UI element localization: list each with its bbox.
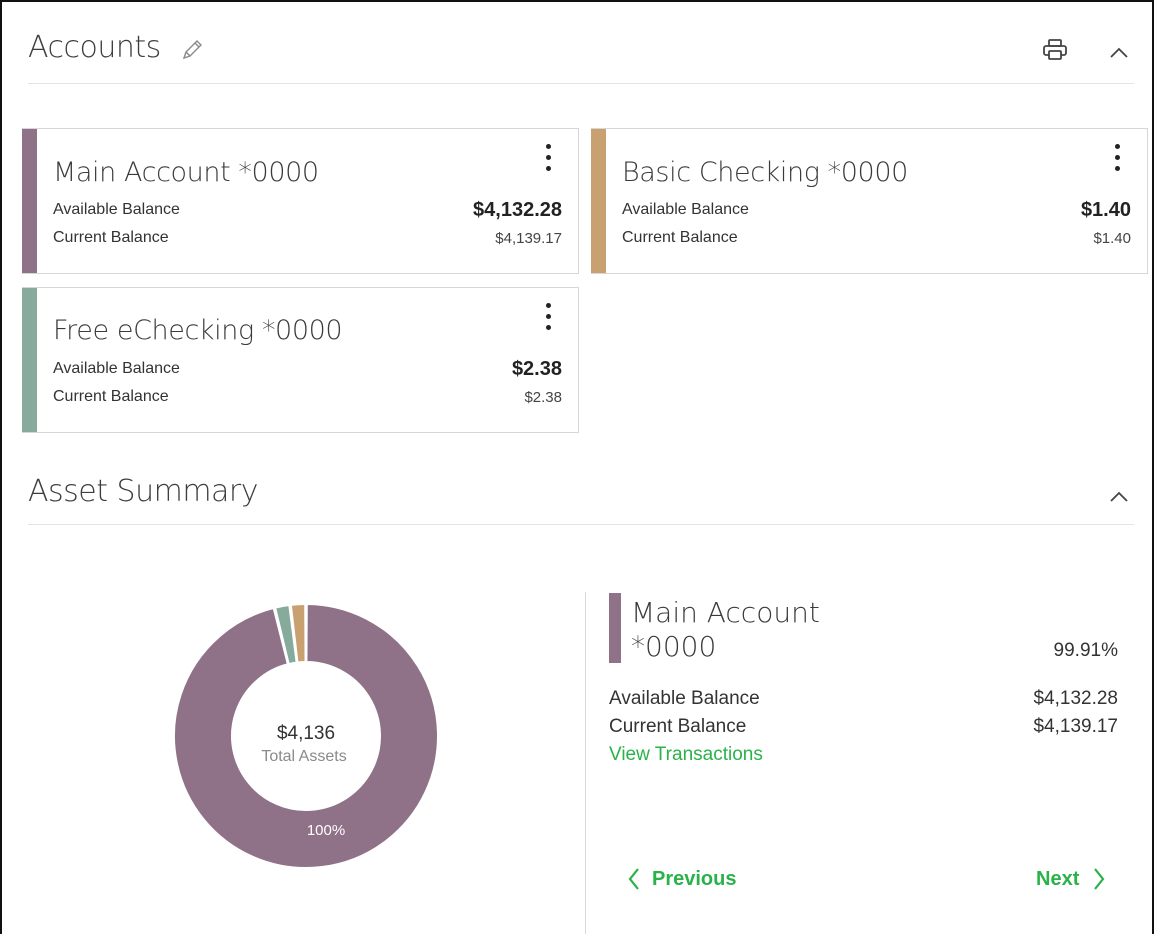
available-balance-label: Available Balance [622, 201, 749, 218]
current-balance-value: $4,139.17 [495, 230, 562, 247]
asset-donut-chart: $4,136 Total Assets 100% [173, 602, 439, 869]
detail-current-label: Current Balance [609, 716, 747, 737]
account-color-stripe [22, 288, 37, 432]
next-button[interactable]: Next [1036, 866, 1107, 892]
account-name[interactable]: Free eChecking *0000 [53, 315, 343, 346]
available-balance-label: Available Balance [53, 360, 180, 377]
previous-button[interactable]: Previous [626, 866, 736, 892]
next-label: Next [1036, 867, 1080, 890]
asset-summary-header: Asset Summary [28, 462, 1134, 525]
kebab-menu-icon[interactable] [542, 303, 554, 337]
account-color-stripe [22, 129, 37, 273]
previous-label: Previous [652, 867, 737, 890]
current-balance-value: $2.38 [524, 389, 562, 406]
account-name[interactable]: Basic Checking *0000 [622, 157, 908, 188]
chevron-left-icon [628, 868, 639, 890]
account-name[interactable]: Main Account *0000 [53, 157, 319, 188]
available-balance-label: Available Balance [53, 201, 180, 218]
chevron-right-icon [1094, 868, 1105, 890]
donut-slice-percent-label: 100% [307, 822, 345, 839]
total-assets-value: $4,136 [277, 723, 335, 744]
accounts-title: Accounts [28, 30, 161, 65]
detail-color-bar [609, 593, 621, 663]
current-balance-label: Current Balance [622, 229, 738, 246]
account-card-free-echecking[interactable]: Free eChecking *0000 Available Balance $… [22, 287, 579, 433]
detail-percent: 99.91% [1053, 640, 1118, 661]
kebab-menu-icon[interactable] [542, 144, 554, 178]
detail-available-label: Available Balance [609, 688, 760, 709]
detail-available-value: $4,132.28 [1033, 688, 1118, 709]
asset-summary-title: Asset Summary [28, 474, 259, 509]
current-balance-label: Current Balance [53, 229, 169, 246]
current-balance-label: Current Balance [53, 388, 169, 405]
asset-summary-collapse-chevron-up-icon[interactable] [1104, 482, 1134, 510]
account-card-basic-checking[interactable]: Basic Checking *0000 Available Balance $… [591, 128, 1148, 274]
view-transactions-link[interactable]: View Transactions [609, 744, 763, 766]
accounts-collapse-chevron-up-icon[interactable] [1104, 38, 1134, 66]
detail-account-name: Main Account [631, 596, 820, 629]
available-balance-value: $1.40 [1080, 199, 1131, 221]
summary-divider [585, 592, 586, 934]
pencil-icon[interactable] [178, 36, 206, 64]
current-balance-value: $1.40 [1093, 230, 1131, 247]
account-card-main[interactable]: Main Account *0000 Available Balance $4,… [22, 128, 579, 274]
accounts-header: Accounts [28, 18, 1134, 84]
printer-icon[interactable] [1040, 36, 1070, 64]
account-color-stripe [591, 129, 606, 273]
available-balance-value: $2.38 [511, 358, 562, 380]
detail-current-value: $4,139.17 [1033, 716, 1118, 737]
available-balance-value: $4,132.28 [473, 199, 562, 221]
kebab-menu-icon[interactable] [1111, 144, 1123, 178]
total-assets-label: Total Assets [261, 748, 346, 765]
detail-account-number: *0000 [631, 630, 717, 663]
